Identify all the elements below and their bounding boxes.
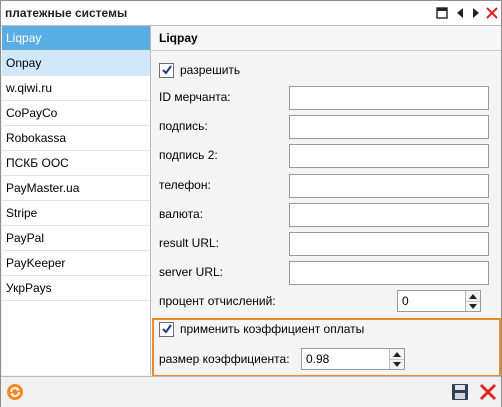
payment-system-list: Liqpay Onpay w.qiwi.ru CoPayCo Robokassa… xyxy=(2,26,151,375)
merchant-id-label: ID мерчанта: xyxy=(159,90,231,104)
list-item[interactable]: Liqpay xyxy=(2,26,150,51)
percent-spinner[interactable]: 0 xyxy=(397,290,481,312)
close-icon[interactable] xyxy=(485,6,499,20)
phone-input[interactable] xyxy=(289,174,489,198)
panel-heading: Liqpay xyxy=(151,26,501,51)
maximize-icon[interactable] xyxy=(435,6,449,20)
percent-spinner-buttons xyxy=(465,291,480,311)
list-item[interactable]: УкрPays xyxy=(2,276,150,301)
result-url-input[interactable] xyxy=(289,232,489,256)
percent-value: 0 xyxy=(402,294,409,308)
enable-row: разрешить xyxy=(159,59,240,81)
list-item[interactable]: Robokassa xyxy=(2,126,150,151)
enable-checkbox[interactable] xyxy=(159,62,174,78)
signature2-label: подпись 2: xyxy=(159,148,218,162)
list-item[interactable]: PayKeeper xyxy=(2,251,150,276)
list-item[interactable]: PayPal xyxy=(2,226,150,251)
window-title: платежные системы xyxy=(5,6,128,20)
footer-toolbar xyxy=(1,376,501,407)
currency-input[interactable] xyxy=(289,203,489,227)
signature-input[interactable] xyxy=(289,115,489,139)
delete-icon[interactable] xyxy=(479,383,497,404)
signature2-input[interactable] xyxy=(289,144,489,168)
server-url-label: server URL: xyxy=(159,265,224,279)
signature-label: подпись: xyxy=(159,119,208,133)
list-item[interactable]: PayMaster.ua xyxy=(2,176,150,201)
coefficient-highlight-box xyxy=(152,318,501,377)
prev-icon[interactable] xyxy=(453,6,467,20)
list-item[interactable]: Stripe xyxy=(2,201,150,226)
currency-label: валюта: xyxy=(159,207,204,221)
refresh-icon[interactable] xyxy=(6,383,24,404)
server-url-input[interactable] xyxy=(289,261,489,285)
save-icon[interactable] xyxy=(451,383,469,404)
spin-down-icon[interactable] xyxy=(466,301,480,311)
list-item[interactable]: Onpay xyxy=(2,51,150,76)
list-item[interactable]: CoPayCo xyxy=(2,101,150,126)
titlebar: платежные системы xyxy=(1,1,501,26)
list-item[interactable]: w.qiwi.ru xyxy=(2,76,150,101)
percent-label: процент отчислений: xyxy=(159,294,276,308)
next-icon[interactable] xyxy=(469,6,483,20)
payment-systems-window: платежные системы Liqpay Onpay w.qiwi.ru… xyxy=(0,0,502,407)
list-item[interactable]: ПСКБ ООС xyxy=(2,151,150,176)
merchant-id-input[interactable] xyxy=(289,86,489,110)
result-url-label: result URL: xyxy=(159,236,220,250)
enable-label: разрешить xyxy=(180,63,241,77)
phone-label: телефон: xyxy=(159,178,211,192)
